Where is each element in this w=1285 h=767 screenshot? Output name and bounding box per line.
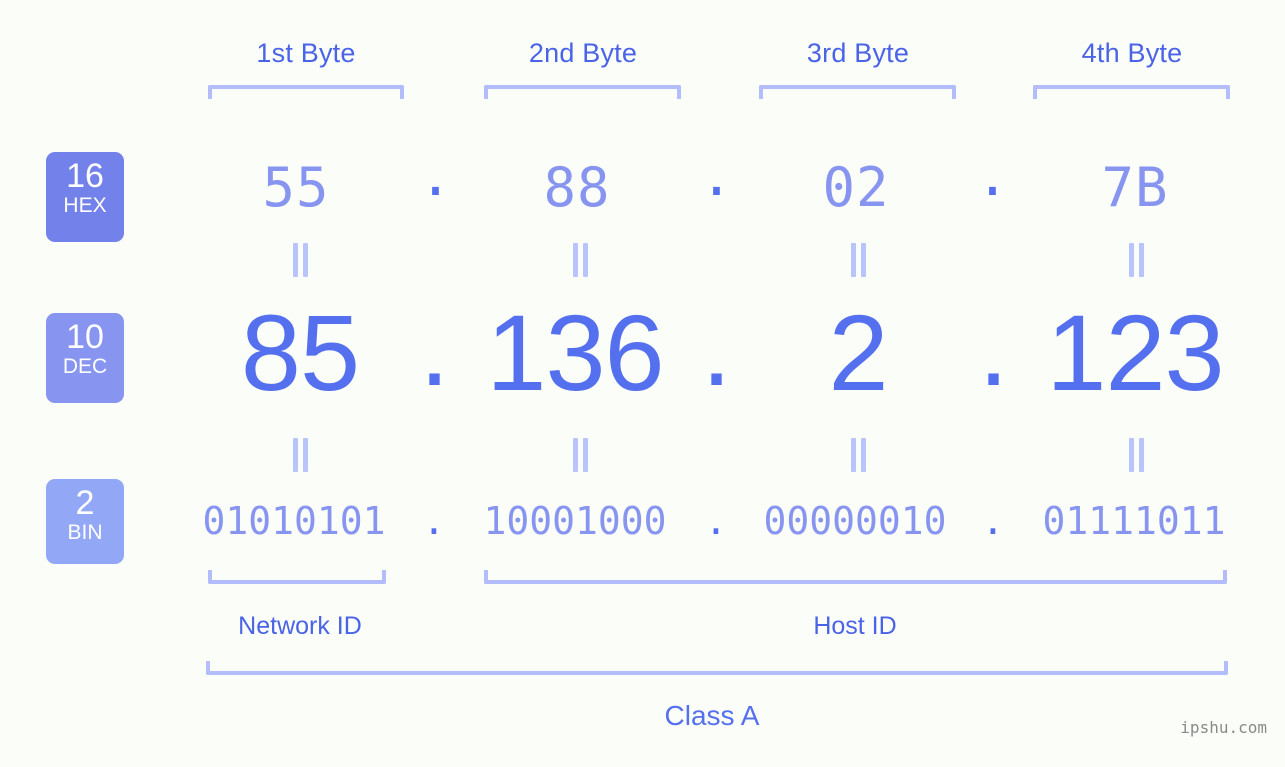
dec-byte-4: 123 bbox=[1046, 292, 1224, 413]
hex-byte-3: 02 bbox=[822, 156, 890, 219]
network-id-label: Network ID bbox=[238, 612, 362, 640]
equals-icon-hex-dec-3 bbox=[846, 243, 870, 277]
hex-separator-3: . bbox=[976, 145, 1010, 208]
base-badge-bin-name: BIN bbox=[67, 521, 103, 544]
dec-separator-2: . bbox=[701, 287, 731, 408]
bin-separator-2: . bbox=[704, 499, 728, 543]
byte-header-2: 2nd Byte bbox=[528, 38, 638, 68]
equals-icon-dec-bin-2 bbox=[568, 438, 592, 472]
dec-separator-1: . bbox=[419, 287, 449, 408]
bin-byte-2: 10001000 bbox=[483, 499, 667, 543]
byte-bracket-2 bbox=[484, 85, 681, 99]
equals-icon-dec-bin-1 bbox=[288, 438, 312, 472]
equals-icon-hex-dec-2 bbox=[568, 243, 592, 277]
hex-separator-1: . bbox=[419, 145, 453, 208]
equals-icon-dec-bin-4 bbox=[1124, 438, 1148, 472]
byte-bracket-4 bbox=[1033, 85, 1230, 99]
host-id-label: Host ID bbox=[813, 612, 897, 640]
base-badge-hex-number: 16 bbox=[66, 157, 104, 195]
byte-bracket-3 bbox=[759, 85, 956, 99]
bin-byte-4: 01111011 bbox=[1042, 499, 1226, 543]
hex-byte-2: 88 bbox=[543, 156, 611, 219]
base-badge-bin-number: 2 bbox=[75, 484, 95, 522]
base-badge-hex[interactable]: 16 HEX bbox=[46, 152, 124, 242]
network-id-bracket bbox=[208, 570, 386, 584]
base-badge-hex-name: HEX bbox=[63, 194, 107, 217]
equals-icon-hex-dec-1 bbox=[288, 243, 312, 277]
dec-separator-3: . bbox=[978, 287, 1008, 408]
site-watermark: ipshu.com bbox=[1180, 718, 1267, 737]
base-badge-dec[interactable]: 10 DEC bbox=[46, 313, 124, 403]
byte-bracket-1 bbox=[208, 85, 404, 99]
host-id-bracket bbox=[484, 570, 1227, 584]
class-label: Class A bbox=[664, 700, 760, 731]
byte-header-1: 1st Byte bbox=[256, 38, 356, 68]
class-bracket bbox=[206, 661, 1228, 675]
bin-separator-1: . bbox=[422, 499, 446, 543]
dec-byte-3: 2 bbox=[828, 292, 888, 413]
bin-byte-1: 01010101 bbox=[202, 499, 386, 543]
hex-separator-2: . bbox=[700, 145, 734, 208]
dec-byte-2: 136 bbox=[486, 292, 664, 413]
bin-separator-3: . bbox=[981, 499, 1005, 543]
base-badge-dec-name: DEC bbox=[62, 355, 108, 378]
equals-icon-dec-bin-3 bbox=[846, 438, 870, 472]
ip-address-breakdown-diagram: 1st Byte 2nd Byte 3rd Byte 4th Byte 16 H… bbox=[0, 0, 1285, 767]
base-badge-dec-number: 10 bbox=[66, 318, 104, 356]
hex-byte-1: 55 bbox=[262, 156, 330, 219]
byte-header-4: 4th Byte bbox=[1081, 38, 1183, 68]
bin-byte-3: 00000010 bbox=[763, 499, 947, 543]
hex-byte-4: 7B bbox=[1101, 156, 1169, 219]
base-badge-bin[interactable]: 2 BIN bbox=[46, 479, 124, 564]
equals-icon-hex-dec-4 bbox=[1124, 243, 1148, 277]
dec-byte-1: 85 bbox=[240, 292, 360, 413]
byte-header-3: 3rd Byte bbox=[806, 38, 910, 68]
